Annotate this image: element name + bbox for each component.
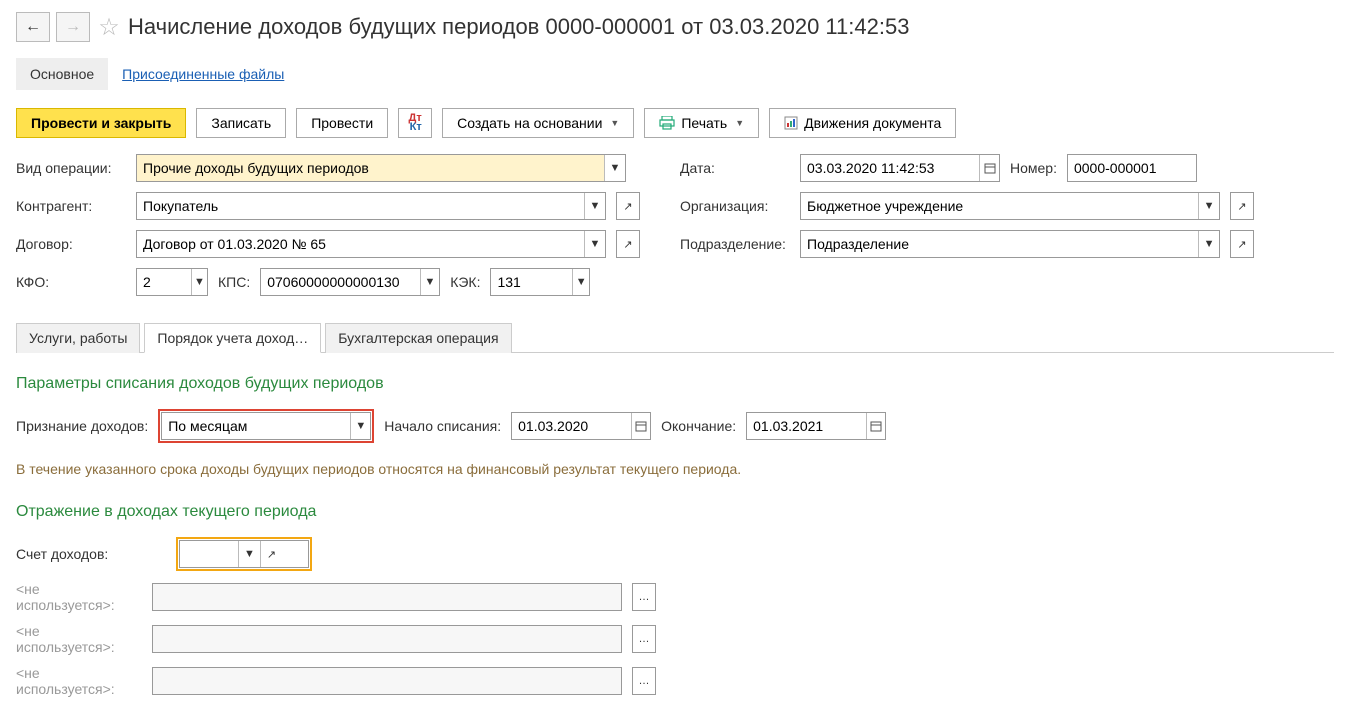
- number-input[interactable]: [1068, 155, 1196, 181]
- print-button[interactable]: Печать ▼: [644, 108, 759, 138]
- contractor-label: Контрагент:: [16, 198, 126, 214]
- dropdown-button[interactable]: ▼: [1198, 231, 1219, 257]
- tab-income-order[interactable]: Порядок учета доход…: [144, 323, 321, 353]
- dept-label: Подразделение:: [680, 236, 790, 252]
- income-account-input[interactable]: [180, 541, 238, 567]
- end-date-input[interactable]: [747, 413, 866, 439]
- create-based-on-button[interactable]: Создать на основании ▼: [442, 108, 634, 138]
- dropdown-button[interactable]: ▼: [238, 541, 260, 567]
- more-button[interactable]: …: [633, 626, 655, 652]
- contract-input[interactable]: [137, 231, 584, 257]
- kfo-label: КФО:: [16, 274, 126, 290]
- contract-label: Договор:: [16, 236, 126, 252]
- dropdown-button[interactable]: ▼: [572, 269, 590, 295]
- forward-button[interactable]: →: [56, 12, 90, 42]
- kfo-input[interactable]: [137, 269, 191, 295]
- dropdown-button[interactable]: ▼: [1198, 193, 1219, 219]
- tab-accounting-operation[interactable]: Бухгалтерская операция: [325, 323, 511, 353]
- subtab-files[interactable]: Присоединенные файлы: [108, 58, 298, 90]
- print-label: Печать: [681, 115, 727, 131]
- contractor-input[interactable]: [137, 193, 584, 219]
- dropdown-button[interactable]: ▼: [191, 269, 207, 295]
- kek-input[interactable]: [491, 269, 571, 295]
- op-type-label: Вид операции:: [16, 160, 126, 176]
- income-account-label: Счет доходов:: [16, 546, 166, 562]
- open-button[interactable]: ↗: [260, 541, 282, 567]
- op-type-input[interactable]: [137, 155, 604, 181]
- open-button[interactable]: ↗: [1231, 193, 1253, 219]
- more-button[interactable]: …: [633, 668, 655, 694]
- dropdown-button[interactable]: ▼: [350, 413, 370, 439]
- end-label: Окончание:: [661, 418, 736, 434]
- recognition-label: Признание доходов:: [16, 418, 148, 434]
- unused-label-3: <не используется>:: [16, 665, 142, 697]
- dropdown-button[interactable]: ▼: [584, 231, 605, 257]
- tab-services[interactable]: Услуги, работы: [16, 323, 140, 353]
- calendar-button[interactable]: [979, 155, 999, 181]
- calendar-button[interactable]: [866, 413, 885, 439]
- dropdown-button[interactable]: ▼: [584, 193, 605, 219]
- kek-label: КЭК:: [450, 274, 480, 290]
- more-button[interactable]: …: [633, 584, 655, 610]
- dropdown-button[interactable]: ▼: [420, 269, 440, 295]
- unused-input-1[interactable]: [153, 584, 621, 610]
- start-date-input[interactable]: [512, 413, 631, 439]
- report-icon: [784, 116, 798, 130]
- page-title: Начисление доходов будущих периодов 0000…: [128, 14, 909, 40]
- start-label: Начало списания:: [384, 418, 501, 434]
- unused-input-3[interactable]: [153, 668, 621, 694]
- dropdown-button[interactable]: ▼: [604, 155, 625, 181]
- subtab-main[interactable]: Основное: [16, 58, 108, 90]
- unused-input-2[interactable]: [153, 626, 621, 652]
- dtkt-icon: ДтКт: [409, 114, 422, 132]
- writeoff-note: В течение указанного срока доходы будущи…: [16, 461, 1334, 477]
- create-based-label: Создать на основании: [457, 115, 602, 131]
- movements-label: Движения документа: [804, 115, 941, 131]
- number-label: Номер:: [1010, 160, 1057, 176]
- kps-input[interactable]: [261, 269, 419, 295]
- open-button[interactable]: ↗: [617, 193, 639, 219]
- org-input[interactable]: [801, 193, 1198, 219]
- unused-label-1: <не используется>:: [16, 581, 142, 613]
- doc-movements-button[interactable]: Движения документа: [769, 108, 956, 138]
- dept-input[interactable]: [801, 231, 1198, 257]
- open-button[interactable]: ↗: [1231, 231, 1253, 257]
- section-writeoff-title: Параметры списания доходов будущих перио…: [16, 375, 1334, 393]
- back-button[interactable]: ←: [16, 12, 50, 42]
- date-input[interactable]: [801, 155, 979, 181]
- date-label: Дата:: [680, 160, 790, 176]
- save-button[interactable]: Записать: [196, 108, 286, 138]
- chevron-down-icon: ▼: [735, 118, 744, 128]
- favorite-star-icon[interactable]: ☆: [96, 14, 122, 40]
- calendar-button[interactable]: [631, 413, 650, 439]
- kps-label: КПС:: [218, 274, 250, 290]
- recognition-input[interactable]: [162, 413, 350, 439]
- post-button[interactable]: Провести: [296, 108, 388, 138]
- unused-label-2: <не используется>:: [16, 623, 142, 655]
- printer-icon: [659, 116, 675, 130]
- org-label: Организация:: [680, 198, 790, 214]
- open-button[interactable]: ↗: [617, 231, 639, 257]
- section-current-income-title: Отражение в доходах текущего периода: [16, 503, 1334, 521]
- dtkt-button[interactable]: ДтКт: [398, 108, 432, 138]
- chevron-down-icon: ▼: [610, 118, 619, 128]
- post-and-close-button[interactable]: Провести и закрыть: [16, 108, 186, 138]
